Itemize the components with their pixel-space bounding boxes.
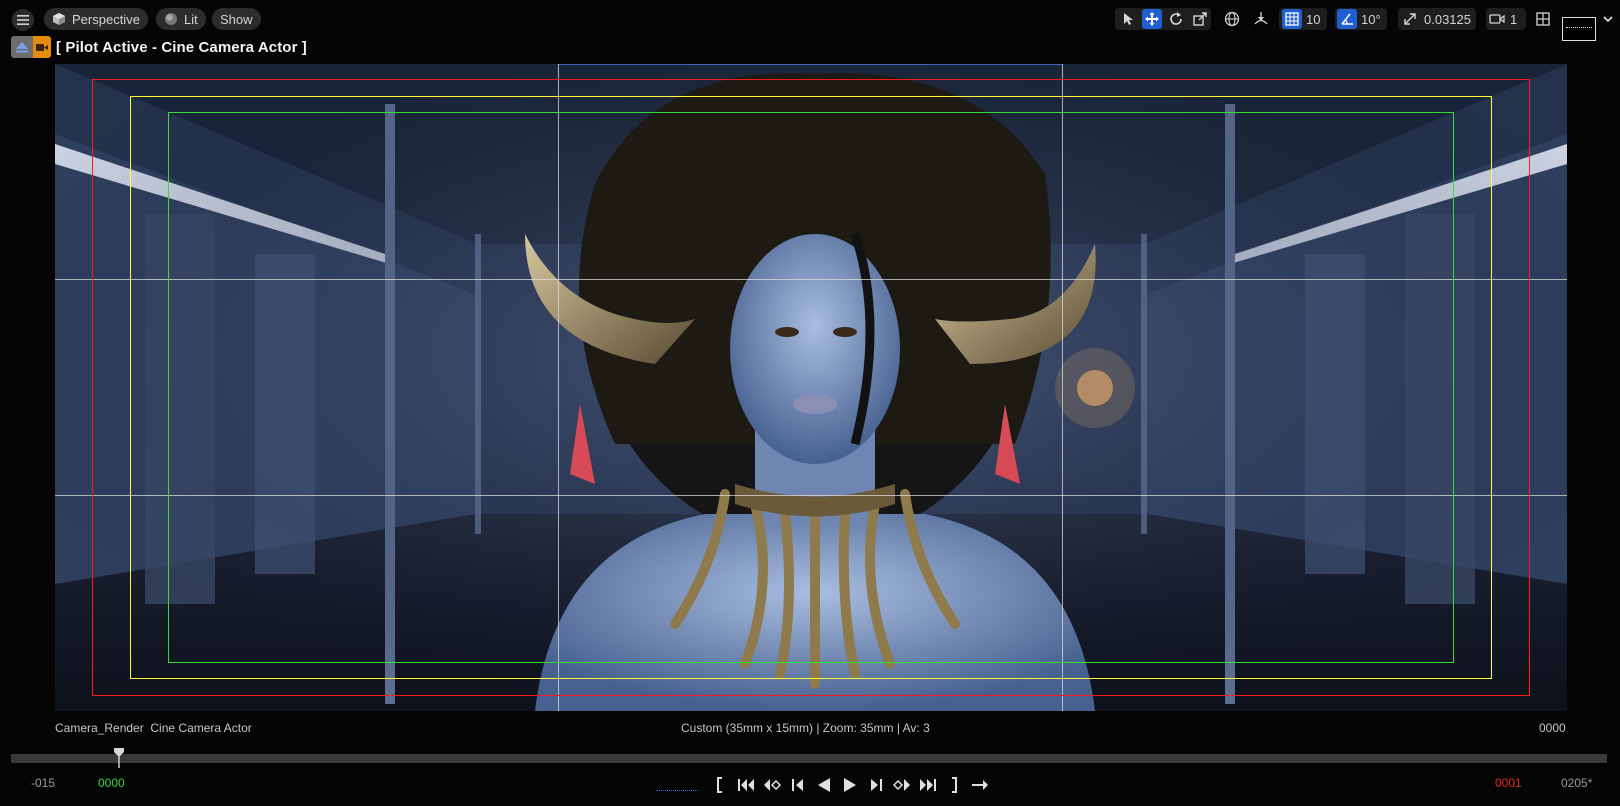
show-menu-label: Show xyxy=(220,11,253,27)
camera-name-label: Camera_Render Cine Camera Actor xyxy=(55,721,252,735)
scale-icon xyxy=(1193,12,1207,26)
view-mode-label: Lit xyxy=(184,11,198,27)
camera-type: Cine Camera Actor xyxy=(150,721,252,735)
jump-to-end-button[interactable] xyxy=(917,775,939,795)
rotate-tool-button[interactable] xyxy=(1166,9,1186,29)
thirds-guide-horizontal-top xyxy=(55,279,1567,280)
step-forward-button[interactable] xyxy=(865,775,887,795)
camera-viewport[interactable] xyxy=(55,64,1567,711)
chevron-down-icon xyxy=(1603,16,1613,23)
view-range-start[interactable]: -015 xyxy=(31,776,55,790)
playhead-handle[interactable] xyxy=(113,748,125,768)
skip-start-icon xyxy=(738,779,754,791)
timeline-scrub-bar[interactable] xyxy=(11,754,1607,763)
thirds-guide-horizontal-bottom xyxy=(55,495,1567,496)
lit-sphere-icon xyxy=(165,13,177,25)
playback-end-frame[interactable]: 0001 xyxy=(1495,776,1522,790)
layout-dropdown-button[interactable] xyxy=(1598,9,1618,29)
rotation-snap-toggle[interactable] xyxy=(1337,9,1357,29)
play-reverse-icon xyxy=(818,778,830,792)
play-button[interactable] xyxy=(839,775,861,795)
view-range-end[interactable]: 0205* xyxy=(1561,776,1592,790)
translate-tool-button[interactable] xyxy=(1142,9,1162,29)
camera-speed-button[interactable] xyxy=(1487,9,1507,29)
step-back-icon xyxy=(792,779,803,791)
camera-speed-value[interactable]: 1 xyxy=(1510,9,1517,29)
bracket-left-icon xyxy=(717,777,722,793)
surface-snap-icon xyxy=(1254,12,1268,25)
next-key-button[interactable] xyxy=(891,775,913,795)
surface-snap-button[interactable] xyxy=(1251,9,1271,29)
scale-snap-toggle[interactable] xyxy=(1400,9,1420,29)
transport-controls xyxy=(709,775,991,795)
playback-start-frame[interactable]: 0000 xyxy=(98,776,125,790)
jump-to-start-button[interactable] xyxy=(735,775,757,795)
rotate-icon xyxy=(1170,12,1182,25)
grid-icon xyxy=(1285,12,1299,26)
loop-mode-button[interactable] xyxy=(969,775,991,795)
set-start-button[interactable] xyxy=(709,775,731,795)
play-reverse-button[interactable] xyxy=(813,775,835,795)
view-mode-button[interactable]: Lit xyxy=(156,8,206,30)
viewport-menu-button[interactable] xyxy=(12,9,34,31)
cursor-arrow-icon xyxy=(1124,13,1133,25)
cube-icon xyxy=(53,13,65,25)
viewport-layout-preview[interactable] xyxy=(1562,17,1596,41)
globe-icon xyxy=(1224,11,1240,27)
arrow-right-icon xyxy=(972,780,988,790)
current-frame-readout: 0000 xyxy=(1539,721,1566,735)
hamburger-icon xyxy=(17,15,29,25)
select-tool-button[interactable] xyxy=(1118,9,1138,29)
viewport-focus-line xyxy=(558,64,1063,65)
camera-actor-icon xyxy=(36,44,48,51)
scale-snap-value[interactable]: 0.03125 xyxy=(1424,9,1471,29)
filmback-info: Custom (35mm x 15mm) | Zoom: 35mm | Av: … xyxy=(681,721,930,735)
camera-name: Camera_Render xyxy=(55,721,144,735)
skip-end-icon xyxy=(920,779,936,791)
angle-icon xyxy=(1341,13,1353,25)
play-icon xyxy=(844,778,856,792)
move-arrows-icon xyxy=(1145,12,1159,26)
video-camera-icon xyxy=(1489,14,1505,24)
coordinate-space-button[interactable] xyxy=(1222,9,1242,29)
bracket-right-icon xyxy=(952,777,957,793)
scale-tool-button[interactable] xyxy=(1190,9,1210,29)
layout-grid-icon xyxy=(1536,12,1550,26)
layout-button[interactable] xyxy=(1533,9,1553,29)
scene-render xyxy=(55,64,1567,711)
grid-snap-value[interactable]: 10 xyxy=(1306,9,1320,29)
pilot-row: [ Pilot Active - Cine Camera Actor ] xyxy=(11,35,307,59)
eject-pilot-button[interactable] xyxy=(11,36,51,58)
grid-snap-toggle[interactable] xyxy=(1282,9,1302,29)
pilot-active-label: [ Pilot Active - Cine Camera Actor ] xyxy=(56,38,307,56)
prev-key-button[interactable] xyxy=(761,775,783,795)
viewport-toolbar: Perspective Lit Show 10 10° 0.03125 1 xyxy=(0,0,1620,41)
next-key-icon xyxy=(893,779,910,791)
rotation-snap-value[interactable]: 10° xyxy=(1361,9,1381,29)
viewport-type-button[interactable]: Perspective xyxy=(44,8,148,30)
layout-preview-divider xyxy=(1566,27,1592,28)
step-forward-icon xyxy=(871,779,882,791)
set-end-button[interactable] xyxy=(943,775,965,795)
step-back-button[interactable] xyxy=(787,775,809,795)
scale-snap-icon xyxy=(1404,13,1416,25)
viewport-type-label: Perspective xyxy=(72,11,140,27)
show-menu-button[interactable]: Show xyxy=(212,8,261,30)
eject-icon xyxy=(16,42,28,53)
thirds-guide-vertical-right xyxy=(1062,64,1063,711)
loop-range-indicator xyxy=(656,790,698,791)
thirds-guide-vertical-left xyxy=(558,64,559,711)
prev-key-icon xyxy=(764,779,781,791)
